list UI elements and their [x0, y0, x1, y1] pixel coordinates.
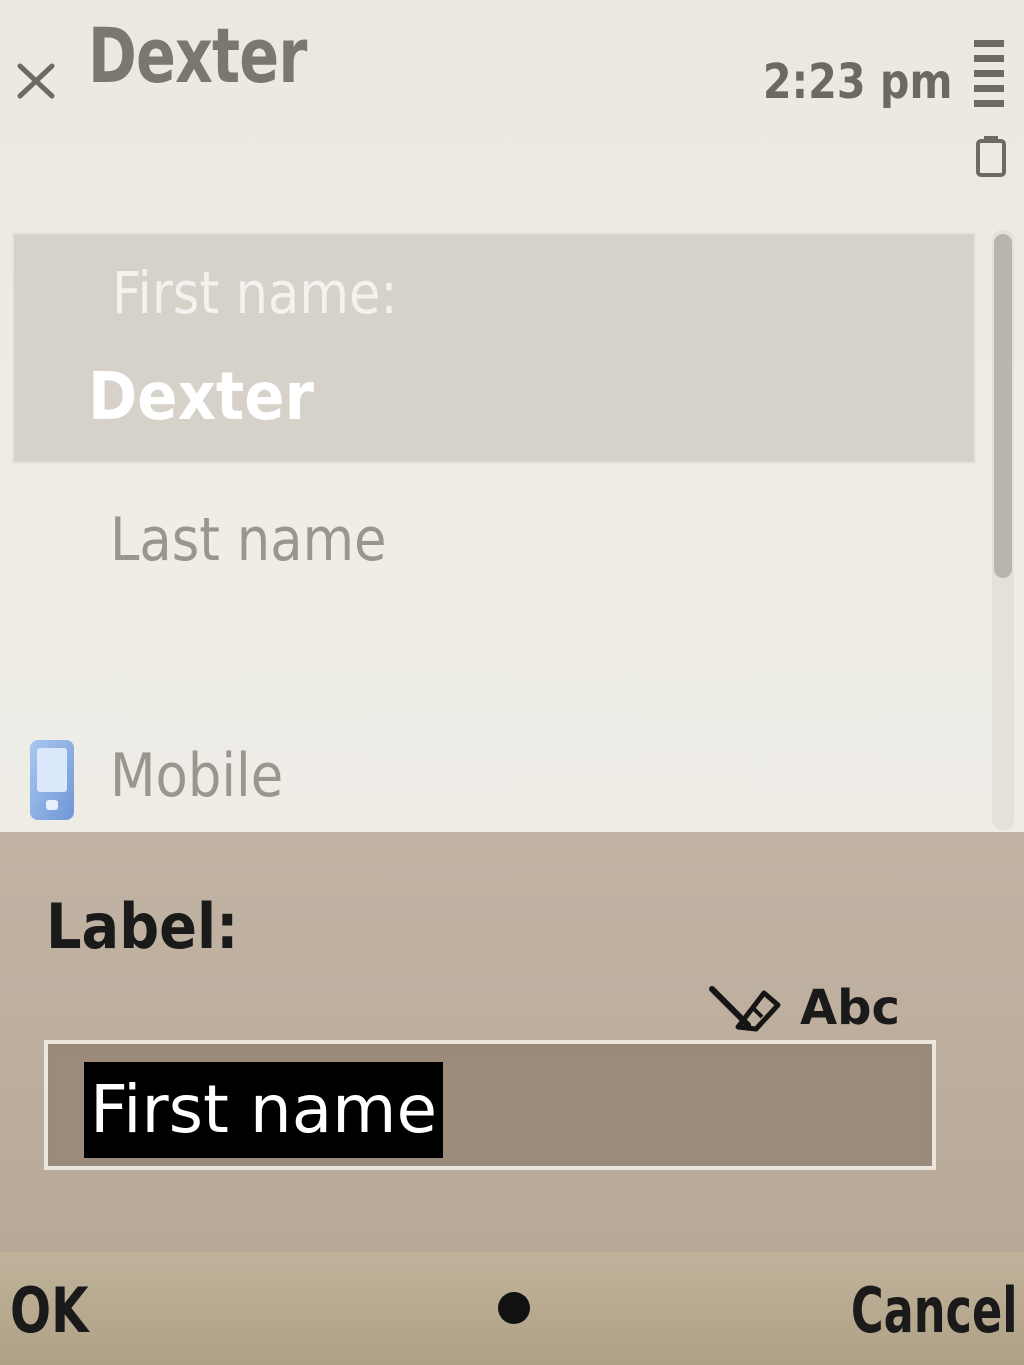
page-title: Dexter: [88, 11, 307, 100]
dialog-label: Label:: [46, 890, 239, 963]
pen-input-icon: [709, 986, 781, 1032]
battery-icon: [976, 136, 1006, 177]
input-mode-indicator: Abc: [708, 978, 900, 1038]
field-label: Mobile: [110, 741, 284, 811]
label-input-dialog: Label: Abc First name: [0, 832, 1024, 1252]
field-label: First name:: [112, 259, 398, 327]
center-select-dot-icon[interactable]: [498, 1292, 530, 1324]
list-item-mobile[interactable]: Mobile: [12, 724, 976, 844]
list-item-last-name[interactable]: Last name: [12, 490, 976, 610]
signal-strength-icon: [974, 40, 1004, 107]
selected-field-text[interactable]: First name: [84, 1062, 444, 1158]
field-value: Dexter: [88, 358, 314, 435]
scrollbar-thumb[interactable]: [994, 234, 1012, 578]
list-item-first-name[interactable]: First name: Dexter: [12, 232, 976, 464]
cancel-button[interactable]: Cancel: [851, 1280, 1018, 1342]
clock: 2:23 pm: [762, 54, 952, 110]
input-mode-text: Abc: [800, 980, 900, 1036]
label-text-field[interactable]: First name: [44, 1040, 936, 1170]
field-label: Last name: [110, 505, 387, 575]
ok-button[interactable]: OK: [10, 1280, 89, 1342]
close-icon[interactable]: [14, 58, 58, 102]
softkey-bar: OK Cancel: [0, 1252, 1024, 1365]
contact-field-list: First name: Dexter Last name Mobile: [0, 228, 990, 838]
